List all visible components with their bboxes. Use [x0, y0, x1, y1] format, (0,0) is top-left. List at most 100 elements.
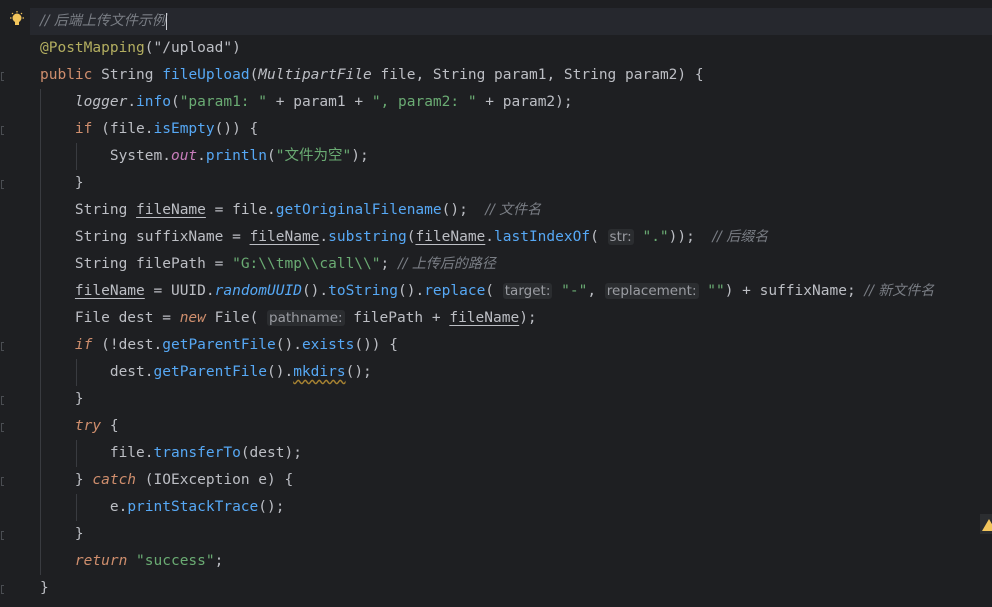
method-call: substring	[328, 229, 407, 245]
fold-marker[interactable]	[1, 531, 4, 540]
method-call: getParentFile	[153, 364, 268, 380]
code-line[interactable]: }	[40, 170, 992, 197]
lightbulb-icon[interactable]	[9, 11, 25, 29]
fold-marker[interactable]	[1, 342, 4, 351]
method-call: exists	[301, 337, 355, 353]
keyword: public	[40, 67, 93, 83]
fold-marker[interactable]	[1, 180, 4, 189]
method-call: getParentFile	[162, 337, 276, 353]
param-hint: pathname:	[267, 310, 345, 326]
comment: // 文件名	[485, 202, 542, 218]
var: suffixName	[136, 229, 224, 245]
var: suffixName	[759, 283, 847, 299]
annotation-arg: ("/upload")	[144, 40, 241, 56]
type: File	[74, 310, 110, 326]
class: IOException	[153, 472, 250, 488]
var: fileName	[136, 202, 206, 218]
code-line[interactable]: }	[40, 521, 992, 548]
method-call: transferTo	[153, 445, 241, 461]
code-line[interactable]: e.printStackTrace();	[40, 494, 992, 521]
param-hint: replacement:	[604, 283, 699, 299]
code-area[interactable]: // 后端上传文件示例 @PostMapping("/upload") publ…	[30, 8, 992, 602]
var: fileName	[74, 283, 145, 299]
fold-marker[interactable]	[1, 423, 4, 432]
method-name: fileUpload	[162, 67, 250, 83]
code-line[interactable]: System.out.println("文件为空");	[40, 143, 992, 170]
string: "param1: "	[179, 94, 268, 110]
code-line[interactable]: return "success";	[40, 548, 992, 575]
code-editor[interactable]: // 后端上传文件示例 @PostMapping("/upload") publ…	[0, 0, 992, 607]
type: String	[101, 67, 154, 83]
var: fileName	[449, 310, 520, 326]
var: dest	[118, 337, 154, 353]
var: file	[232, 202, 268, 218]
method-call: mkdirs	[293, 364, 346, 380]
code-line[interactable]: }	[40, 575, 992, 602]
code-line[interactable]: File dest = new File( pathname: filePath…	[40, 305, 992, 332]
var: filePath	[136, 256, 206, 272]
string: "success"	[136, 553, 215, 569]
method-call: lastIndexOf	[494, 229, 591, 245]
type: String	[74, 229, 128, 245]
string: "文件为空"	[275, 148, 352, 164]
code-line[interactable]: file.transferTo(dest);	[40, 440, 992, 467]
type: String	[563, 67, 617, 83]
method-call: toString	[328, 283, 398, 299]
var: fileName	[415, 229, 486, 245]
warning-icon[interactable]	[982, 519, 992, 531]
method-call: getOriginalFilename	[275, 202, 442, 218]
code-line[interactable]: try {	[40, 413, 992, 440]
code-line[interactable]: } catch (IOException e) {	[40, 467, 992, 494]
string: "."	[642, 229, 669, 245]
fold-marker[interactable]	[1, 126, 4, 135]
fold-marker[interactable]	[1, 585, 4, 594]
type: String	[432, 67, 486, 83]
code-line[interactable]: @PostMapping("/upload")	[40, 35, 992, 62]
string: ""	[707, 283, 725, 299]
keyword: if	[74, 337, 93, 353]
keyword: catch	[92, 472, 137, 488]
code-line[interactable]: // 后端上传文件示例	[30, 8, 992, 35]
code-line[interactable]: if (file.isEmpty()) {	[40, 116, 992, 143]
fold-marker[interactable]	[1, 477, 4, 486]
annotation: @PostMapping	[40, 40, 145, 56]
keyword: if	[74, 121, 93, 137]
method-call: printStackTrace	[127, 499, 259, 515]
code-line[interactable]: public String fileUpload(MultipartFile f…	[40, 62, 992, 89]
code-line[interactable]: fileName = UUID.randomUUID().toString().…	[40, 278, 992, 305]
code-line[interactable]: String fileName = file.getOriginalFilena…	[40, 197, 992, 224]
comment: // 后缀名	[712, 229, 769, 245]
keyword: new	[179, 310, 206, 326]
code-line[interactable]: }	[40, 386, 992, 413]
param: file	[380, 67, 416, 83]
code-line[interactable]: dest.getParentFile().mkdirs();	[40, 359, 992, 386]
code-line[interactable]: logger.info("param1: " + param1 + ", par…	[40, 89, 992, 116]
fold-marker[interactable]	[1, 396, 4, 405]
var: dest	[249, 445, 285, 461]
method-call: isEmpty	[153, 121, 215, 137]
method-call: info	[136, 94, 171, 110]
editor-gutter	[0, 0, 30, 607]
param: param1	[494, 67, 547, 83]
var: e	[258, 472, 268, 488]
comment: // 上传后的路径	[397, 256, 496, 272]
var: filePath	[353, 310, 424, 326]
field: out	[170, 148, 198, 164]
var: fileName	[249, 229, 320, 245]
string: "-"	[561, 283, 588, 299]
code-line[interactable]: String suffixName = fileName.substring(f…	[40, 224, 992, 251]
comment: // 后端上传文件示例	[40, 13, 166, 29]
param-hint: str:	[607, 229, 634, 245]
code-line[interactable]: if (!dest.getParentFile().exists()) {	[40, 332, 992, 359]
var: param2	[502, 94, 556, 110]
method-call: randomUUID	[214, 283, 302, 299]
var: file	[109, 121, 145, 137]
field: logger	[74, 94, 128, 110]
fold-marker[interactable]	[1, 72, 4, 81]
var: file	[109, 445, 145, 461]
string: "G:\\tmp\\call\\"	[232, 256, 381, 272]
code-line[interactable]: String filePath = "G:\\tmp\\call\\"; // …	[40, 251, 992, 278]
text-cursor	[165, 12, 167, 30]
type: String	[74, 202, 128, 218]
var: param1	[293, 94, 346, 110]
